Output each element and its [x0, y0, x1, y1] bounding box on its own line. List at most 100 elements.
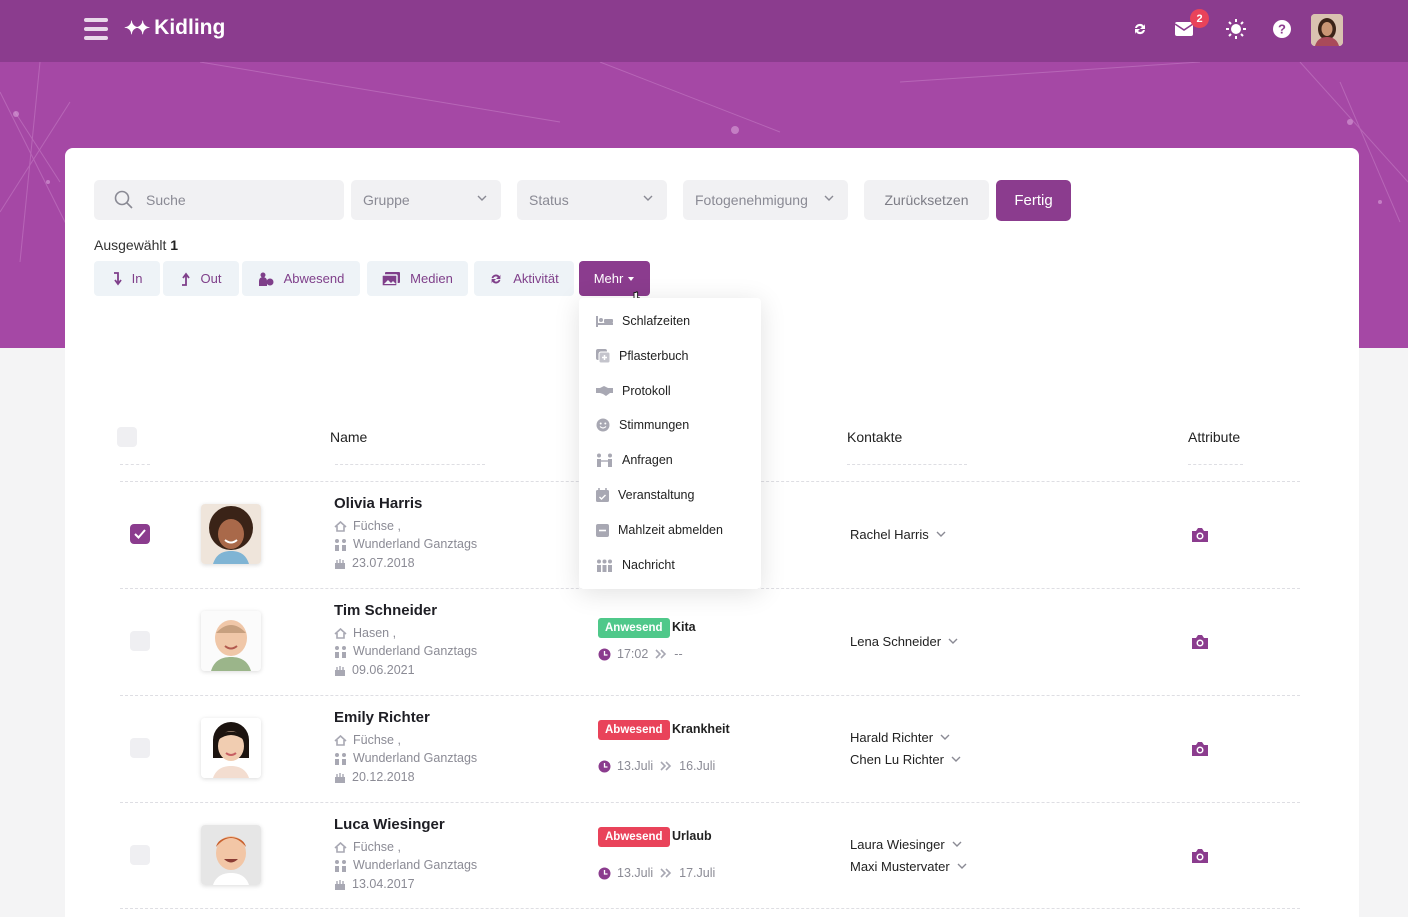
double-chevron-right-icon: [660, 868, 672, 878]
child-name[interactable]: Tim Schneider: [334, 602, 437, 619]
selection-count: Ausgewählt 1: [94, 237, 178, 253]
child-photo[interactable]: [201, 504, 261, 564]
child-photo[interactable]: [201, 718, 261, 778]
menu-item-stimmungen[interactable]: Stimmungen: [596, 416, 689, 434]
handshake-icon: [596, 386, 613, 396]
selection-number: 1: [170, 237, 179, 253]
check-out-button[interactable]: Out: [163, 261, 239, 296]
row-checkbox[interactable]: [130, 631, 150, 651]
menu-item-mahlzeit-abmelden[interactable]: Mahlzeit abmelden: [596, 521, 723, 539]
birthday-cake-icon: [335, 559, 345, 569]
menu-item-schlafzeiten[interactable]: Schlafzeiten: [596, 312, 690, 330]
media-button[interactable]: Medien: [367, 261, 468, 296]
double-chevron-right-icon: [660, 761, 672, 771]
facility-icon: [335, 752, 346, 765]
menu-icon[interactable]: [84, 18, 108, 40]
house-icon: [334, 520, 347, 532]
status-reason: Urlaub: [672, 829, 712, 843]
child-name[interactable]: Olivia Harris: [334, 495, 422, 512]
group-select-label: Gruppe: [363, 192, 410, 208]
child-name[interactable]: Emily Richter: [334, 709, 430, 726]
child-name[interactable]: Luca Wiesinger: [334, 816, 445, 833]
contact-name: Chen Lu Richter: [850, 752, 944, 767]
chevron-down-icon: [957, 863, 967, 869]
camera-icon[interactable]: [1191, 741, 1209, 757]
absent-button[interactable]: Abwesend: [242, 261, 360, 296]
check-out-label: Out: [200, 271, 222, 286]
menu-item-pflasterbuch[interactable]: Pflasterbuch: [596, 347, 688, 365]
clock-icon: [598, 867, 611, 879]
contact-dropdown[interactable]: Chen Lu Richter: [850, 752, 961, 767]
chevron-down-icon: [951, 756, 961, 762]
column-header-name[interactable]: Name: [330, 429, 367, 445]
double-chevron-right-icon: [655, 649, 667, 659]
menu-item-label: Schlafzeiten: [622, 314, 691, 328]
birthday-cake-icon: [335, 666, 345, 676]
contact-name: Maxi Mustervater: [850, 859, 950, 874]
row-checkbox[interactable]: [130, 845, 150, 865]
facility-name: Wunderland Ganztags: [353, 751, 478, 765]
photo-permission-label: Fotogenehmigung: [695, 192, 808, 208]
status-time: 13.Juli 16.Juli: [598, 759, 715, 773]
minus-square-icon: [596, 523, 609, 537]
row-checkbox[interactable]: [130, 524, 150, 544]
user-avatar[interactable]: [1311, 14, 1343, 46]
contact-dropdown[interactable]: Lena Schneider: [850, 634, 958, 649]
sun-icon[interactable]: [1224, 17, 1248, 41]
arrow-in-icon: [113, 271, 122, 285]
menu-item-label: Anfragen: [622, 453, 673, 467]
child-photo[interactable]: [201, 825, 261, 885]
menu-item-nachricht[interactable]: Nachricht: [596, 556, 675, 574]
app-logo[interactable]: ✦✦ Kidling: [124, 16, 225, 40]
column-header-attributes[interactable]: Attribute: [1188, 429, 1240, 445]
check-in-button[interactable]: In: [94, 261, 160, 296]
contact-dropdown[interactable]: Rachel Harris: [850, 527, 946, 542]
menu-item-protokoll[interactable]: Protokoll: [596, 382, 671, 400]
contact-dropdown[interactable]: Laura Wiesinger: [850, 837, 962, 852]
group-name: Hasen ,: [353, 626, 397, 640]
house-icon: [334, 627, 347, 639]
camera-icon[interactable]: [1191, 527, 1209, 543]
clock-icon: [598, 648, 611, 660]
done-button[interactable]: Fertig: [996, 180, 1071, 221]
birthday-date: 20.12.2018: [352, 770, 415, 784]
group-name: Füchse ,: [353, 733, 401, 747]
caret-down-icon: [628, 276, 635, 281]
activity-sync-icon: [491, 274, 501, 283]
photo-permission-select[interactable]: Fotogenehmigung: [683, 180, 848, 220]
menu-item-label: Pflasterbuch: [619, 349, 689, 363]
search-placeholder: Suche: [146, 192, 186, 208]
child-photo[interactable]: [201, 611, 261, 671]
contact-dropdown[interactable]: Harald Richter: [850, 730, 950, 745]
menu-item-veranstaltung[interactable]: Veranstaltung: [596, 486, 694, 504]
reset-button[interactable]: Zurücksetzen: [864, 180, 989, 220]
menu-item-anfragen[interactable]: Anfragen: [596, 451, 673, 469]
svg-text:?: ?: [1278, 22, 1286, 37]
smiley-icon: [596, 418, 610, 432]
facility-name: Wunderland Ganztags: [353, 644, 478, 658]
search-input[interactable]: Suche: [94, 180, 344, 220]
status-select[interactable]: Status: [517, 180, 667, 220]
activity-button[interactable]: Aktivität: [474, 261, 574, 296]
calendar-check-icon: [596, 488, 609, 502]
contact-dropdown[interactable]: Maxi Mustervater: [850, 859, 967, 874]
row-checkbox[interactable]: [130, 738, 150, 758]
menu-item-label: Nachricht: [622, 558, 675, 572]
status-badge: Abwesend: [598, 827, 670, 847]
child-group: Füchse ,: [334, 840, 401, 854]
facility-icon: [335, 538, 346, 551]
group-select[interactable]: Gruppe: [351, 180, 501, 220]
more-label: Mehr: [593, 271, 624, 286]
status-reason: Krankheit: [672, 722, 730, 736]
divider: [120, 695, 1300, 696]
check-icon: [134, 529, 146, 539]
refresh-icon[interactable]: [1128, 17, 1152, 41]
menu-item-label: Veranstaltung: [618, 488, 695, 502]
child-group: Hasen ,: [334, 626, 396, 640]
column-header-contacts[interactable]: Kontakte: [847, 429, 902, 445]
camera-icon[interactable]: [1191, 848, 1209, 864]
chevron-down-icon: [948, 638, 958, 644]
help-icon[interactable]: ?: [1270, 17, 1294, 41]
camera-icon[interactable]: [1191, 634, 1209, 650]
select-all-checkbox[interactable]: [117, 427, 137, 447]
